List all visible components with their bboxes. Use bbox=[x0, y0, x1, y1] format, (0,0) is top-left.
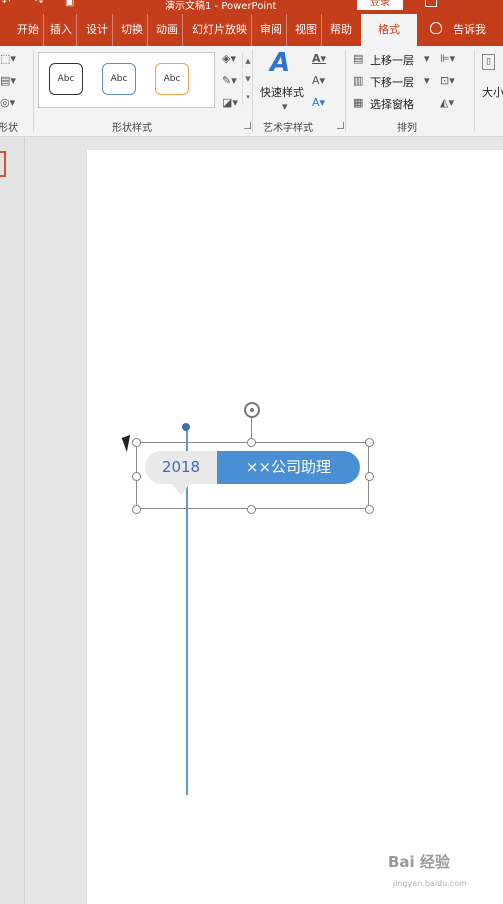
group-label-arrange: 排列 bbox=[397, 123, 417, 134]
watermark-url: jingyan.baidu.com bbox=[393, 879, 467, 888]
wordart-quick-styles-icon[interactable]: A bbox=[270, 48, 290, 78]
timeline-label-shape[interactable]: 2018 ××公司助理 bbox=[145, 451, 360, 484]
resize-handle-bottom-right[interactable] bbox=[365, 505, 374, 514]
tab-format[interactable]: 格式 bbox=[361, 14, 417, 46]
title-bar: ↶ ↷ ▣ 演示文稿1 - PowerPoint 登录 bbox=[0, 0, 503, 14]
shape-styles-gallery: Abc Abc Abc ▲ ▼ ▾ bbox=[38, 52, 251, 108]
tab-transitions[interactable]: 切换 bbox=[121, 14, 148, 46]
align-icon[interactable]: ⊫▾ bbox=[440, 52, 455, 65]
tab-insert[interactable]: 插入 bbox=[50, 14, 77, 46]
watermark-logo: Bai 经验 bbox=[388, 853, 450, 871]
quick-styles-dropdown-icon[interactable]: ▾ bbox=[282, 100, 288, 113]
tab-review[interactable]: 审阅 bbox=[260, 14, 287, 46]
tab-home[interactable]: 开始 bbox=[17, 14, 44, 46]
shape-styles-launcher-icon[interactable] bbox=[244, 122, 251, 129]
text-box-icon[interactable]: ▤▾ bbox=[0, 74, 16, 87]
selection-pane-icon: ▦ bbox=[353, 96, 364, 109]
bring-forward-button[interactable]: 上移一层 bbox=[370, 52, 414, 68]
edit-shape-icon[interactable]: ⬚▾ bbox=[0, 52, 16, 65]
slide-thumbnail-selected[interactable] bbox=[0, 151, 6, 177]
year-label: 2018 bbox=[145, 451, 217, 484]
size-button[interactable]: 大小 bbox=[482, 84, 503, 100]
tab-help[interactable]: 帮助 bbox=[330, 14, 352, 46]
tab-slideshow[interactable]: 幻灯片放映 bbox=[192, 14, 252, 46]
group-divider bbox=[474, 50, 475, 132]
resize-handle-left[interactable] bbox=[132, 472, 141, 481]
shape-fill-icon[interactable]: ◈▾ bbox=[222, 52, 236, 65]
text-effects-icon[interactable]: A▾ bbox=[312, 96, 325, 109]
send-backward-dropdown-icon[interactable]: ▾ bbox=[424, 74, 430, 87]
group-label-shape-styles: 形状样式 bbox=[112, 123, 152, 134]
merge-shapes-icon[interactable]: ◎▾ bbox=[0, 96, 15, 109]
send-backward-button[interactable]: 下移一层 bbox=[370, 74, 414, 90]
start-presentation-icon[interactable]: ▣ bbox=[65, 0, 74, 8]
group-divider bbox=[252, 50, 253, 132]
resize-handle-bottom-left[interactable] bbox=[132, 505, 141, 514]
group-label-shapes: 形状 bbox=[0, 123, 18, 134]
resize-handle-top-right[interactable] bbox=[365, 438, 374, 447]
group-divider bbox=[33, 50, 34, 132]
window-title: 演示文稿1 - PowerPoint bbox=[165, 1, 277, 12]
shape-effects-icon[interactable]: ◪▾ bbox=[222, 96, 238, 109]
login-button[interactable]: 登录 bbox=[357, 0, 403, 10]
bring-forward-dropdown-icon[interactable]: ▾ bbox=[424, 52, 430, 65]
tell-me-search[interactable]: 告诉我 bbox=[453, 14, 486, 46]
ribbon-tab-bar: 开始 插入 设计 切换 动画 幻灯片放映 审阅 视图 帮助 格式 告诉我 bbox=[0, 14, 503, 46]
tab-view[interactable]: 视图 bbox=[295, 14, 322, 46]
line-endpoint-handle[interactable] bbox=[182, 423, 190, 431]
send-backward-icon: ▥ bbox=[353, 74, 364, 87]
rotate-handle-icon[interactable] bbox=[244, 402, 260, 418]
quick-styles-button[interactable]: 快速样式 bbox=[260, 84, 304, 100]
lightbulb-icon bbox=[430, 22, 442, 34]
tab-design[interactable]: 设计 bbox=[86, 14, 113, 46]
shape-style-dark[interactable]: Abc bbox=[49, 63, 83, 95]
text-fill-icon[interactable]: A▾ bbox=[312, 52, 326, 65]
wordart-launcher-icon[interactable] bbox=[337, 122, 344, 129]
text-outline-icon[interactable]: A▾ bbox=[312, 74, 325, 87]
shape-style-orange[interactable]: Abc bbox=[155, 63, 189, 95]
group-label-wordart: 艺术字样式 bbox=[263, 123, 313, 134]
callout-pointer bbox=[172, 484, 190, 495]
tab-animations[interactable]: 动画 bbox=[156, 14, 183, 46]
resize-handle-bottom[interactable] bbox=[247, 505, 256, 514]
redo-icon[interactable]: ↷ bbox=[35, 0, 43, 8]
bring-forward-icon: ▤ bbox=[353, 52, 364, 65]
resize-handle-right[interactable] bbox=[365, 472, 374, 481]
rotate-objects-icon[interactable]: ◭▾ bbox=[440, 96, 454, 109]
slide-thumbnail-pane bbox=[0, 137, 25, 904]
group-objects-icon[interactable]: ⊡▾ bbox=[440, 74, 455, 87]
group-divider bbox=[345, 50, 346, 132]
size-icon[interactable]: ▯ bbox=[482, 54, 495, 70]
undo-icon[interactable]: ↶ bbox=[2, 0, 10, 8]
ribbon-display-options-icon[interactable] bbox=[425, 0, 437, 7]
shape-style-blue[interactable]: Abc bbox=[102, 63, 136, 95]
slide-canvas[interactable] bbox=[86, 150, 503, 904]
ribbon: ⬚▾ ▤▾ ◎▾ 形状 Abc Abc Abc ▲ ▼ ▾ ◈▾ ✎▾ ◪▾ 形… bbox=[0, 46, 503, 137]
resize-handle-top[interactable] bbox=[247, 438, 256, 447]
selection-pane-button[interactable]: 选择窗格 bbox=[370, 96, 414, 112]
shape-outline-icon[interactable]: ✎▾ bbox=[222, 74, 237, 87]
caption-label: ××公司助理 bbox=[217, 451, 360, 484]
